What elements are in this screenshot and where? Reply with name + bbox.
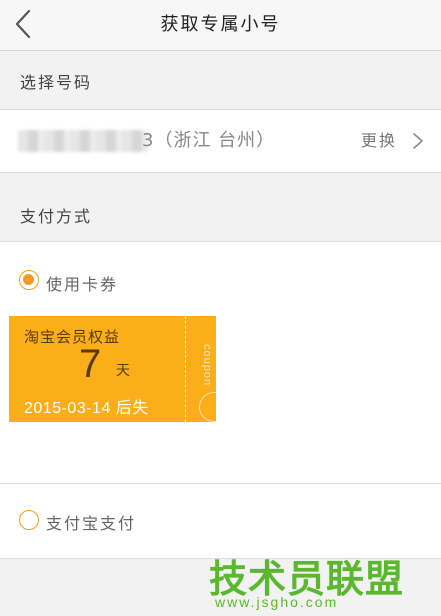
section-header-select-number: 选择号码 (0, 51, 441, 109)
page-title: 获取专属小号 (160, 14, 281, 35)
number-location: 3（浙江 台州） (142, 130, 276, 151)
number-row[interactable]: 3（浙江 台州） 更换 (0, 109, 441, 173)
coupon-name: 淘宝会员权益 (24, 328, 121, 346)
option-use-coupon-label[interactable]: 使用卡券 (46, 271, 118, 295)
masked-number (18, 130, 148, 152)
radio-selected-dot (23, 274, 34, 285)
coupon-divider (185, 316, 186, 422)
coupon-card[interactable]: 淘宝会员权益 7 天 2015-03-14 后失 coupon (9, 316, 216, 422)
radio-alipay[interactable] (19, 510, 39, 530)
option-alipay-label[interactable]: 支付宝支付 (46, 510, 136, 534)
section-label: 支付方式 (20, 207, 93, 226)
coupon-unit: 天 (116, 363, 130, 379)
coupon-expire: 2015-03-14 后失 (24, 400, 149, 417)
section-header-payment: 支付方式 (0, 183, 441, 241)
watermark-url: www.jsgho.com (215, 594, 339, 610)
chevron-right-icon[interactable] (409, 132, 427, 150)
section-label: 选择号码 (20, 73, 93, 92)
nav-bar: 获取专属小号 (0, 0, 441, 51)
change-number-button[interactable]: 更换 (361, 110, 397, 172)
coupon-value: 7 (79, 342, 102, 386)
watermark: 技术员联盟 www.jsgho.com (209, 548, 403, 614)
radio-use-coupon[interactable] (19, 270, 39, 290)
